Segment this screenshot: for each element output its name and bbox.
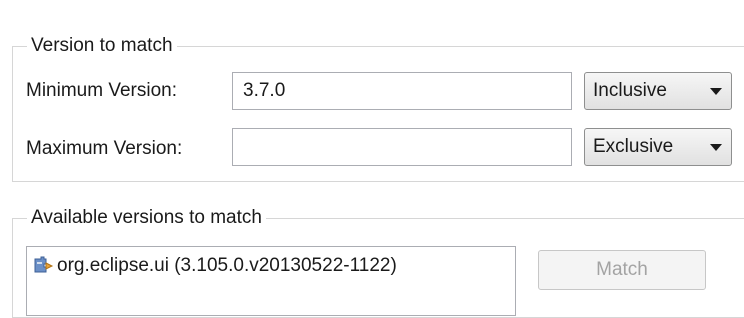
maximum-bound-combo[interactable]: Exclusive	[584, 128, 732, 166]
match-button[interactable]: Match	[538, 250, 706, 290]
list-item[interactable]: org.eclipse.ui (3.105.0.v20130522-1122)	[33, 255, 397, 277]
list-item-label: org.eclipse.ui (3.105.0.v20130522-1122)	[57, 255, 397, 276]
chevron-down-icon	[710, 88, 722, 95]
maximum-version-label: Maximum Version:	[26, 138, 183, 159]
version-group-title: Version to match	[27, 35, 177, 57]
available-versions-list[interactable]: org.eclipse.ui (3.105.0.v20130522-1122)	[26, 246, 516, 316]
minimum-bound-value: Inclusive	[593, 80, 667, 101]
plugin-icon	[33, 256, 55, 276]
minimum-version-label: Minimum Version:	[26, 80, 177, 101]
maximum-bound-value: Exclusive	[593, 136, 674, 157]
available-group-title: Available versions to match	[27, 207, 266, 229]
chevron-down-icon	[710, 144, 722, 151]
minimum-version-input[interactable]	[232, 72, 572, 110]
minimum-bound-combo[interactable]: Inclusive	[584, 72, 732, 110]
maximum-version-input[interactable]	[232, 128, 572, 166]
